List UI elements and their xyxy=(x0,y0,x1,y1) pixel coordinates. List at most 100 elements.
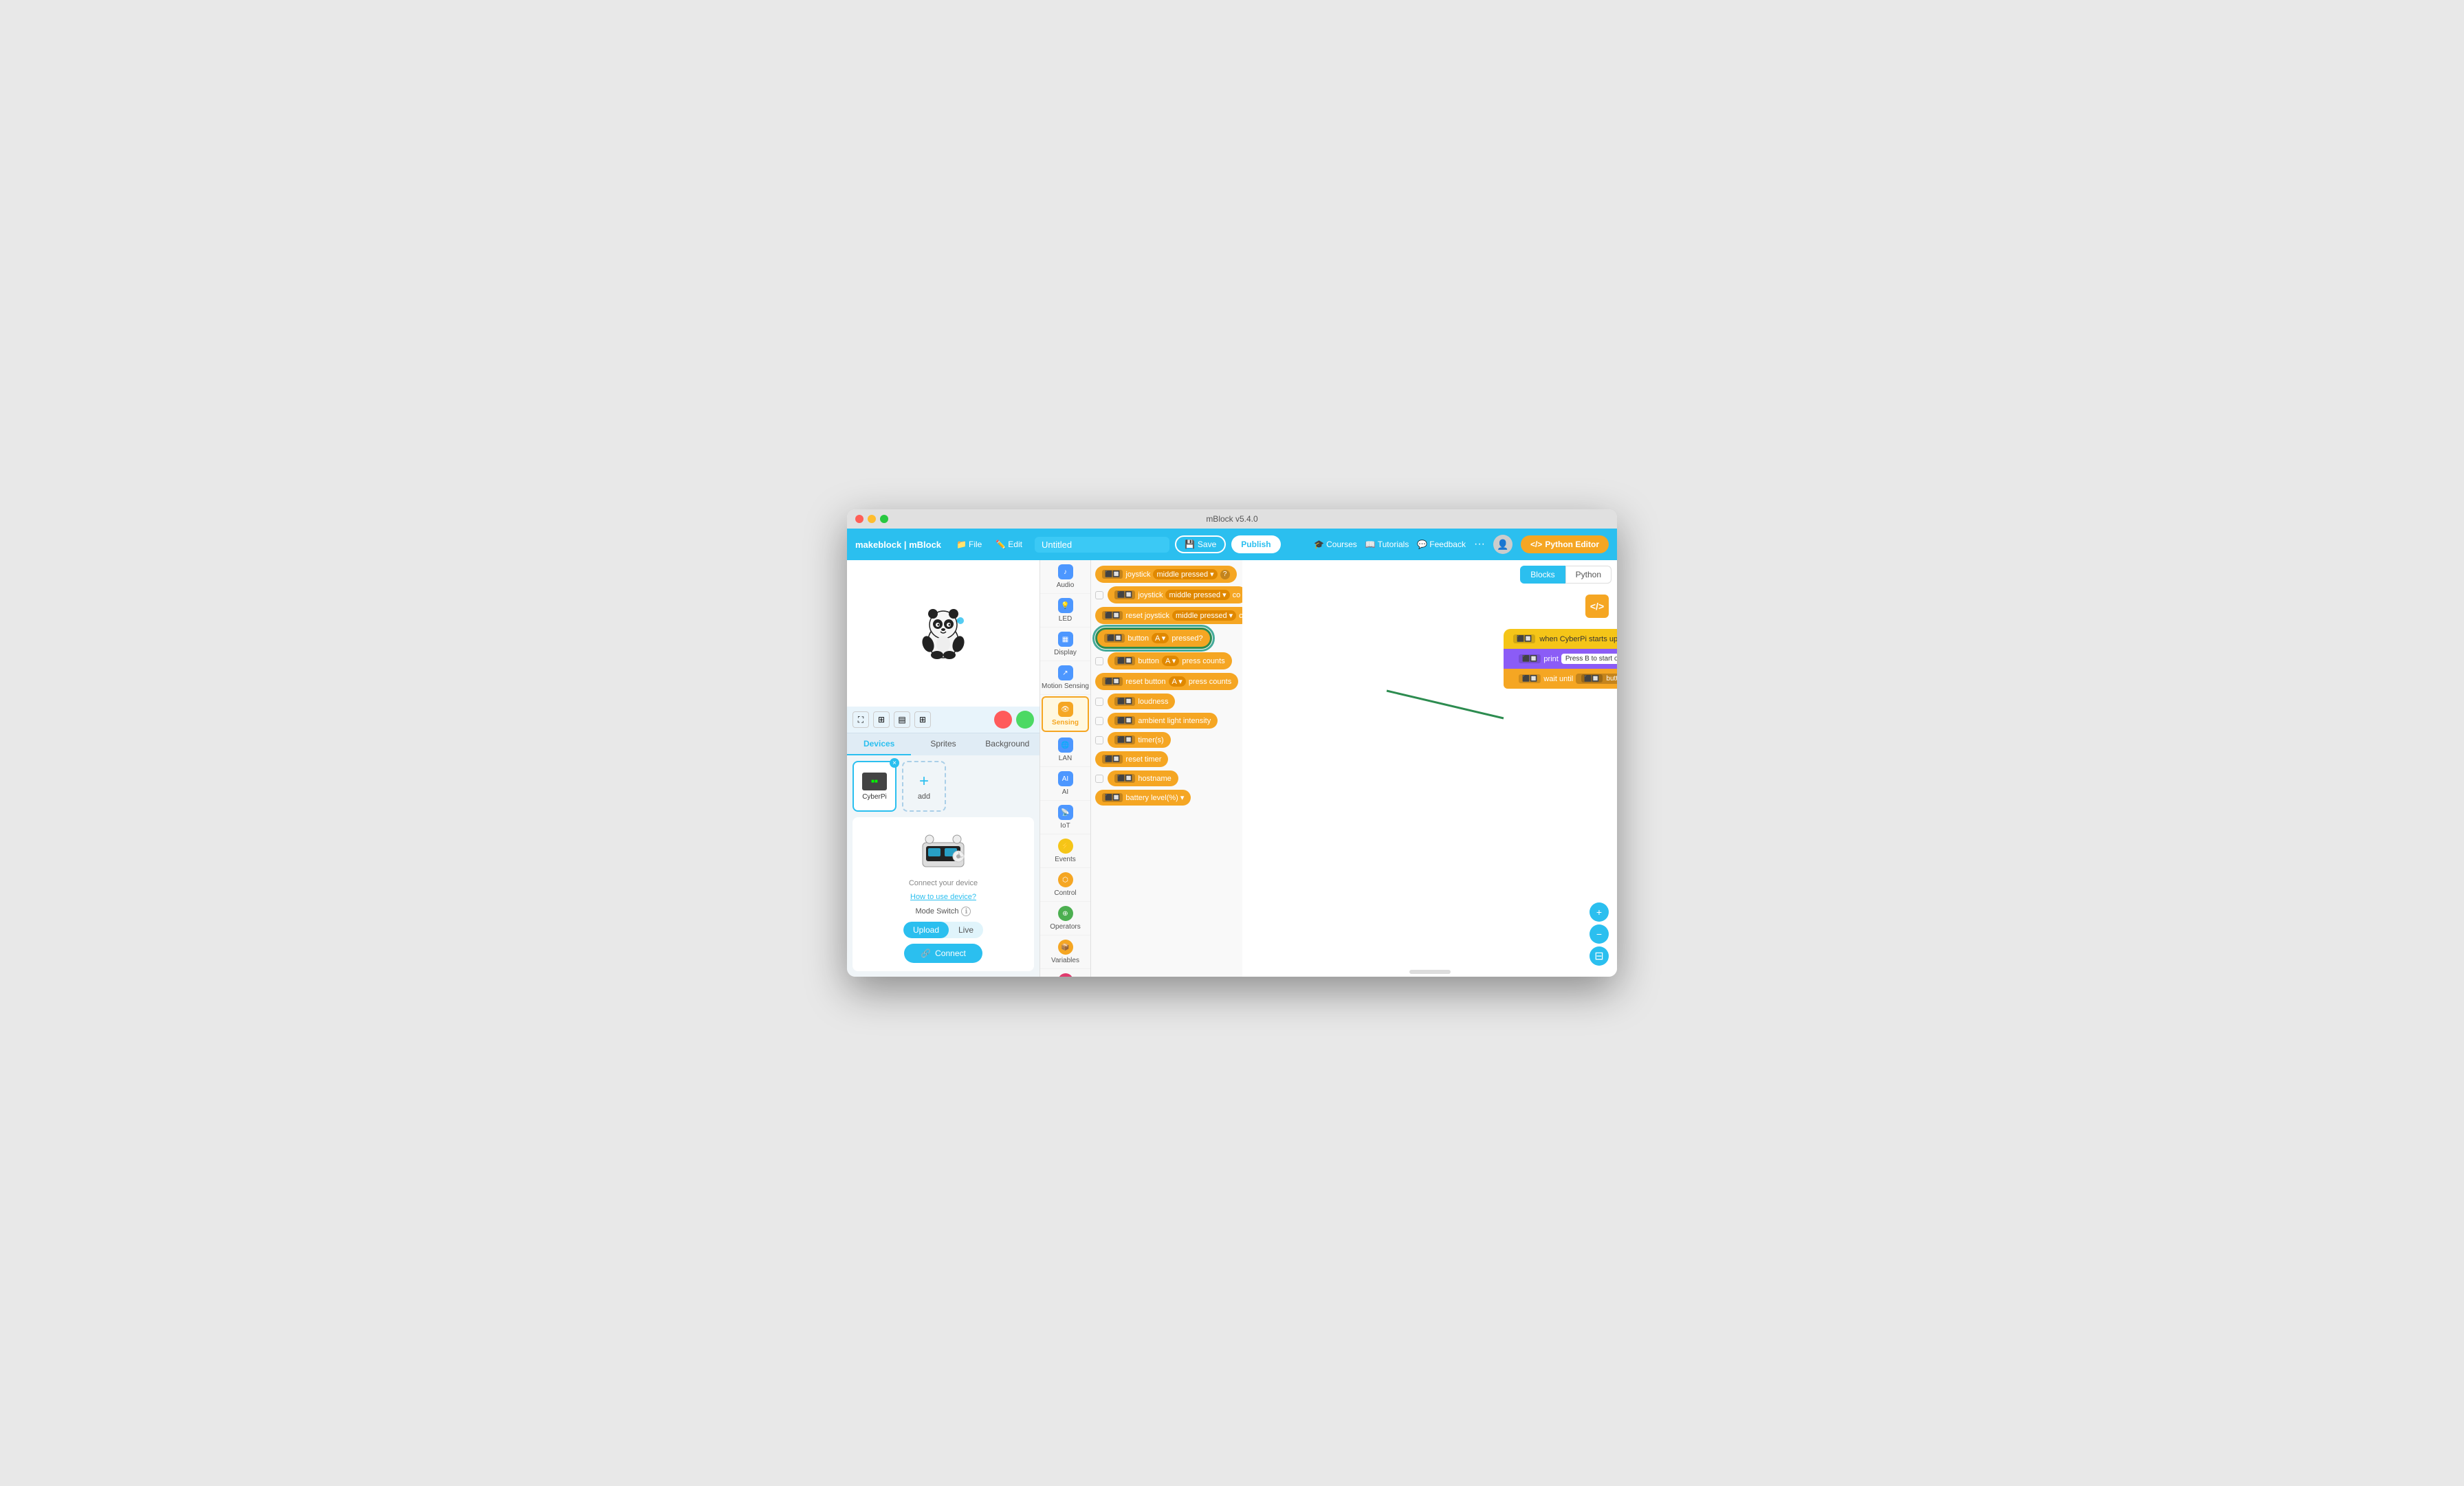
stage-view-split[interactable]: ⊞ xyxy=(873,711,890,728)
left-panel: ⛶ ⊞ ▤ ⊞ Devices Sprites xyxy=(847,560,1040,977)
stop-button[interactable] xyxy=(994,711,1012,729)
maximize-button[interactable] xyxy=(880,515,888,523)
edit-menu[interactable]: ✏️Edit xyxy=(991,538,1026,551)
category-motion-sensing[interactable]: ↗ Motion Sensing xyxy=(1040,661,1090,695)
checkbox-loudness[interactable] xyxy=(1095,698,1103,706)
category-ai-label: AI xyxy=(1062,788,1068,796)
block-row-reset-timer: ⬛🔲 reset timer xyxy=(1095,751,1238,767)
wait-until-block[interactable]: ⬛🔲 wait until ⬛🔲 button A ▾ pressed? xyxy=(1504,669,1617,689)
block-loudness[interactable]: ⬛🔲 loudness xyxy=(1108,694,1175,709)
live-mode-btn[interactable]: Live xyxy=(949,922,983,938)
canvas-block-start[interactable]: ⬛🔲 when CyberPi starts up ⬛🔲 print Press… xyxy=(1504,629,1617,689)
category-operators[interactable]: ⊕ Operators xyxy=(1040,902,1090,935)
block-button-pressed[interactable]: ⬛🔲 button A ▾ pressed? xyxy=(1095,628,1212,649)
zoom-out-button[interactable]: − xyxy=(1590,924,1609,944)
audio-icon: ♪ xyxy=(1058,564,1073,579)
category-events-label: Events xyxy=(1055,856,1076,863)
minimize-button[interactable] xyxy=(868,515,876,523)
connect-icon: 🔗 xyxy=(921,949,931,958)
block-joystick-pressed[interactable]: ⬛🔲 joystick middle pressed ▾ ? xyxy=(1095,566,1237,583)
zoom-controls: + − ⊟ xyxy=(1590,902,1609,966)
remove-device-btn[interactable]: × xyxy=(890,758,899,768)
more-options[interactable]: ··· xyxy=(1474,538,1485,551)
file-menu[interactable]: 📁File xyxy=(952,538,986,551)
checkbox-joystick-counts[interactable] xyxy=(1095,591,1103,599)
block-reset-joystick[interactable]: ⬛🔲 reset joystick middle pressed ▾ c xyxy=(1095,607,1242,624)
titlebar: mBlock v5.4.0 xyxy=(847,509,1617,529)
zoom-fit-button[interactable]: ⊟ xyxy=(1590,946,1609,966)
close-button[interactable] xyxy=(855,515,864,523)
category-lists[interactable]: ≡ Lists xyxy=(1040,969,1090,977)
toolbar: makeblock | mBlock 📁File ✏️Edit 💾 Save P… xyxy=(847,529,1617,560)
wait-condition: ⬛🔲 button A ▾ pressed? xyxy=(1576,674,1617,684)
tab-devices[interactable]: Devices xyxy=(847,733,911,755)
category-lan[interactable]: 🌐 LAN xyxy=(1040,733,1090,767)
block-row-button-pressed: ⬛🔲 button A ▾ pressed? xyxy=(1095,628,1238,649)
block-row-battery: ⬛🔲 battery level(%) ▾ xyxy=(1095,790,1238,806)
courses-link[interactable]: 🎓 Courses xyxy=(1314,540,1357,549)
block-ambient-light[interactable]: ⬛🔲 ambient light intensity xyxy=(1108,713,1218,729)
block-reset-button-counts[interactable]: ⬛🔲 reset button A ▾ press counts xyxy=(1095,673,1238,690)
upload-mode-btn[interactable]: Upload xyxy=(903,922,949,938)
stage-view-list[interactable]: ▤ xyxy=(894,711,910,728)
tab-sprites[interactable]: Sprites xyxy=(911,733,975,755)
tab-background[interactable]: Background xyxy=(976,733,1040,755)
print-block[interactable]: ⬛🔲 print Press B to start obstacle avoid… xyxy=(1504,649,1617,669)
panda-sprite xyxy=(912,601,974,665)
category-variables[interactable]: 📦 Variables xyxy=(1040,935,1090,969)
window-title: mBlock v5.4.0 xyxy=(1206,514,1257,524)
checkbox-timer[interactable] xyxy=(1095,736,1103,744)
device-connect-text: Connect your device xyxy=(909,879,978,887)
user-avatar[interactable]: 👤 xyxy=(1493,535,1512,554)
variables-icon: 📦 xyxy=(1058,940,1073,955)
block-button-counts[interactable]: ⬛🔲 button A ▾ press counts xyxy=(1108,652,1232,669)
block-joystick-counts[interactable]: ⬛🔲 joystick middle pressed ▾ co xyxy=(1108,586,1242,603)
add-device-button[interactable]: + add xyxy=(902,761,946,812)
traffic-lights xyxy=(855,515,888,523)
checkbox-hostname[interactable] xyxy=(1095,775,1103,783)
block-icon: ⬛🔲 xyxy=(1102,570,1123,579)
block-row-joystick-counts: ⬛🔲 joystick middle pressed ▾ co xyxy=(1095,586,1238,603)
connection-line-svg xyxy=(1242,560,1617,977)
category-display[interactable]: ▦ Display xyxy=(1040,628,1090,661)
tabs-bar: Devices Sprites Background xyxy=(847,733,1040,755)
go-button[interactable] xyxy=(1016,711,1034,729)
feedback-link[interactable]: 💬 Feedback xyxy=(1417,540,1466,549)
start-block[interactable]: ⬛🔲 when CyberPi starts up xyxy=(1504,629,1617,649)
device-help-link[interactable]: How to use device? xyxy=(910,893,976,901)
category-led[interactable]: 💡 LED xyxy=(1040,594,1090,628)
save-button[interactable]: 💾 Save xyxy=(1175,535,1226,553)
project-name-input[interactable] xyxy=(1035,537,1169,553)
events-icon: ⚡ xyxy=(1058,839,1073,854)
stage-view-grid[interactable]: ⊞ xyxy=(914,711,931,728)
ai-icon: AI xyxy=(1058,771,1073,786)
category-iot[interactable]: 📡 IoT xyxy=(1040,801,1090,834)
connect-button[interactable]: 🔗 Connect xyxy=(904,944,982,963)
block-row-loudness: ⬛🔲 loudness xyxy=(1095,694,1238,709)
category-events[interactable]: ⚡ Events xyxy=(1040,834,1090,868)
cyberpi-device-card[interactable]: × ■■ CyberPi xyxy=(852,761,896,812)
canvas-scrollbar[interactable] xyxy=(1409,970,1451,974)
category-iot-label: IoT xyxy=(1060,822,1070,830)
block-hostname[interactable]: ⬛🔲 hostname xyxy=(1108,770,1178,786)
checkbox-button-counts[interactable] xyxy=(1095,657,1103,665)
category-sensing[interactable]: 👁 Sensing xyxy=(1042,696,1089,732)
display-icon: ▦ xyxy=(1058,632,1073,647)
publish-button[interactable]: Publish xyxy=(1231,535,1280,553)
python-editor-button[interactable]: </> Python Editor xyxy=(1521,535,1609,553)
category-audio[interactable]: ♪ Audio xyxy=(1040,560,1090,594)
block-battery[interactable]: ⬛🔲 battery level(%) ▾ xyxy=(1095,790,1191,806)
device-name: CyberPi xyxy=(862,793,887,801)
zoom-in-button[interactable]: + xyxy=(1590,902,1609,922)
toolbar-right: 🎓 Courses 📖 Tutorials 💬 Feedback ··· 👤 <… xyxy=(1314,535,1609,554)
block-reset-timer[interactable]: ⬛🔲 reset timer xyxy=(1095,751,1168,767)
stage-view-full[interactable]: ⛶ xyxy=(852,711,869,728)
category-ai[interactable]: AI AI xyxy=(1040,767,1090,801)
canvas-area[interactable]: Blocks Python </> ⬛🔲 when CyberPi st xyxy=(1242,560,1617,977)
block-row-ambient-light: ⬛🔲 ambient light intensity xyxy=(1095,713,1238,729)
devices-panel: × ■■ CyberPi + add xyxy=(847,755,1040,977)
tutorials-link[interactable]: 📖 Tutorials xyxy=(1365,540,1409,549)
category-control[interactable]: ⬡ Control xyxy=(1040,868,1090,902)
checkbox-ambient-light[interactable] xyxy=(1095,717,1103,725)
block-timer[interactable]: ⬛🔲 timer(s) xyxy=(1108,732,1171,748)
